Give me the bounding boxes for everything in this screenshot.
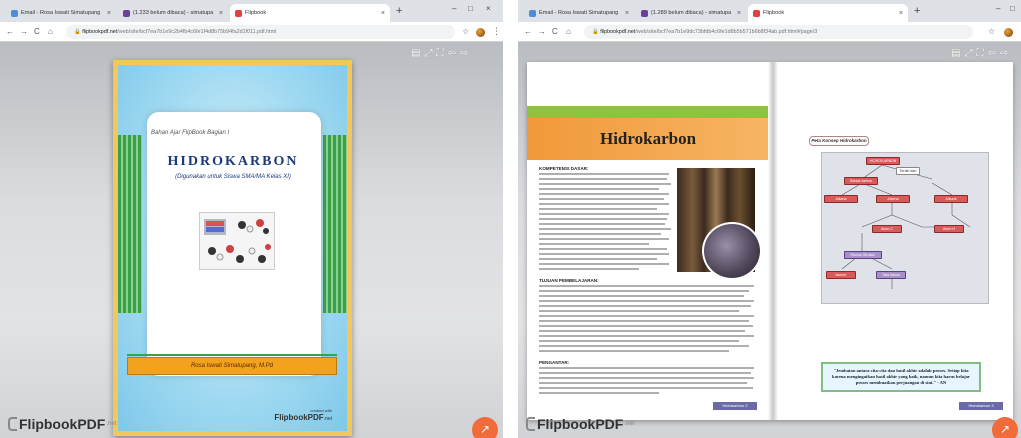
map-node: Tata Nama	[876, 271, 906, 279]
flipbook-toolbar: ▤ ⤢ ⛶ ⇦ ⇨	[411, 48, 468, 59]
page-number-right: Hidrokarbon 3	[959, 402, 1003, 410]
close-tab-icon[interactable]: ×	[107, 10, 111, 17]
home-icon[interactable]: ⌂	[48, 27, 53, 36]
map-node: Rantai karbon	[844, 177, 878, 185]
map-node: Alkana	[824, 195, 858, 203]
next-page-icon[interactable]: ⇨	[460, 48, 468, 59]
tab-inbox[interactable]: (1.289 belum dibaca) - simatupa ×	[636, 4, 746, 22]
tab-email[interactable]: Email - Rosa Iswati Simatupang ×	[524, 4, 634, 22]
mail-icon	[123, 9, 130, 17]
close-tab-icon[interactable]: ×	[625, 10, 629, 17]
cover-brand: created with FlipbookPDF.net	[274, 408, 332, 422]
address-bar-row: ← → C ⌂ 🔒 flipbookpdf.net/web/site/bcf7e…	[0, 22, 503, 42]
flipbook-viewport: ▤ ⤢ ⛶ ⇦ ⇨ Bahan Ajar FlipBook Bagian I H…	[0, 42, 503, 438]
lock-icon: 🔒	[592, 29, 601, 35]
maximize-button[interactable]: □	[1010, 4, 1015, 13]
flipbook-toolbar: ▤ ⤢ ⛶ ⇦ ⇨	[951, 48, 1008, 59]
bookmark-star-icon[interactable]: ☆	[988, 27, 995, 36]
flipbook-icon	[753, 9, 760, 17]
browser-window-inside: Email - Rosa Iswati Simatupang × (1.289 …	[518, 0, 1021, 438]
prev-page-icon[interactable]: ⇦	[987, 48, 995, 59]
address-bar-row: ← → C ⌂ 🔒 flipbookpdf.net/web/site/bcf7e…	[518, 22, 1021, 42]
url-field[interactable]: 🔒 flipbookpdf.net/web/site/bcf7ea7b1e9dc…	[584, 25, 973, 39]
fullscreen-icon[interactable]: ⛶	[976, 48, 983, 59]
map-node: Terdiri dari	[896, 167, 920, 175]
extension-icon[interactable]	[476, 28, 485, 37]
tab-flipbook[interactable]: Flipbook ×	[230, 4, 390, 22]
molecule-image	[199, 212, 275, 270]
fullscreen-icon[interactable]: ⛶	[436, 48, 443, 59]
close-tab-icon[interactable]: ×	[899, 10, 903, 17]
flipbook-icon	[235, 9, 242, 17]
share-button[interactable]: ↗	[992, 417, 1018, 438]
extension-icon[interactable]	[1004, 28, 1013, 37]
reload-icon[interactable]: C	[34, 27, 40, 36]
tab-inbox[interactable]: (1.233 belum dibaca) - simatupa ×	[118, 4, 228, 22]
prev-page-icon[interactable]: ⇦	[447, 48, 455, 59]
book-cover[interactable]: Bahan Ajar FlipBook Bagian I HIDROKARBON…	[113, 60, 352, 436]
thumbnails-icon[interactable]: ▤	[951, 48, 960, 59]
new-tab-button[interactable]: +	[396, 5, 402, 17]
tab-bar: Email - Rosa Iswati Simatupang × (1.233 …	[0, 0, 503, 22]
reload-icon[interactable]: C	[552, 27, 558, 36]
section-heading: PENGANTAR:	[539, 360, 570, 365]
coal-photo	[702, 222, 762, 280]
mail-icon	[529, 9, 536, 17]
cover-author-bar: Rosa Iswati Simatupang, M.Pd	[127, 357, 337, 375]
close-tab-icon[interactable]: ×	[219, 10, 223, 17]
flipbook-logo-icon	[8, 417, 17, 431]
section-heading: TUJUAN PEMBELAJARAN:	[539, 278, 599, 283]
maximize-button[interactable]: □	[468, 4, 473, 13]
browser-window-cover: Email - Rosa Iswati Simatupang × (1.233 …	[0, 0, 503, 438]
mail-icon	[641, 9, 648, 17]
flipbookpdf-logo[interactable]: FlipbookPDF .net	[8, 416, 116, 432]
concept-map-label: Peta Konsep Hidrokarbon	[809, 136, 869, 146]
flipbookpdf-logo[interactable]: FlipbookPDF .net	[526, 416, 634, 432]
tab-flipbook[interactable]: Flipbook ×	[748, 4, 908, 22]
menu-icon[interactable]: ⋮	[492, 26, 501, 37]
motivational-quote: "Jembatan antara cita-cita dan hasil akh…	[821, 362, 981, 392]
cover-subtitle: (Digunakan untuk Siswa SMA/MA Kelas XI)	[175, 174, 291, 180]
forward-icon[interactable]: →	[538, 27, 546, 36]
close-window-button[interactable]: ×	[486, 4, 491, 13]
map-node: Alkuna	[934, 195, 968, 203]
thumbnails-icon[interactable]: ▤	[411, 48, 420, 59]
home-icon[interactable]: ⌂	[566, 27, 571, 36]
url-field[interactable]: 🔒 flipbookpdf.net/web/site/bcf7ea7b1e9c2…	[66, 25, 455, 39]
cover-title: HIDROKARBON	[167, 154, 299, 169]
open-book[interactable]: Hidrokarbon KOMPETENSI DASAR: TUJUAN PEM…	[527, 62, 1013, 420]
concept-map: HIDROKARBON Rantai karbon Terdiri dari A…	[821, 152, 989, 304]
share-button[interactable]: ↗	[472, 417, 498, 438]
chapter-title: Hidrokarbon	[599, 129, 697, 148]
tab-email[interactable]: Email - Rosa Iswati Simatupang ×	[6, 4, 116, 22]
mail-icon	[11, 9, 18, 17]
close-tab-icon[interactable]: ×	[737, 10, 741, 17]
tab-bar: Email - Rosa Iswati Simatupang × (1.289 …	[518, 0, 1021, 22]
map-node: Rumus Struktur	[844, 251, 882, 259]
back-icon[interactable]: ←	[6, 27, 14, 36]
next-page-icon[interactable]: ⇨	[1000, 48, 1008, 59]
forward-icon[interactable]: →	[20, 27, 28, 36]
map-node: Isomer	[826, 271, 856, 279]
page-number-left: Hidrokarbon 2	[713, 402, 757, 410]
map-node: Alkena	[876, 195, 910, 203]
flipbook-viewport: ▤ ⤢ ⛶ ⇦ ⇨ Hidrokarbon KOMPETENSI DASAR:	[518, 42, 1021, 438]
lock-icon: 🔒	[74, 29, 83, 35]
map-node: Atom C	[872, 225, 902, 233]
zoom-icon[interactable]: ⤢	[424, 48, 432, 59]
minimize-button[interactable]: –	[996, 4, 1000, 13]
bookmark-star-icon[interactable]: ☆	[462, 27, 469, 36]
cover-series: Bahan Ajar FlipBook Bagian I	[151, 130, 230, 136]
map-node: HIDROKARBON	[866, 157, 900, 165]
minimize-button[interactable]: –	[452, 4, 456, 13]
map-node: Atom H	[934, 225, 964, 233]
back-icon[interactable]: ←	[524, 27, 532, 36]
section-heading: KOMPETENSI DASAR:	[539, 166, 589, 171]
new-tab-button[interactable]: +	[914, 5, 920, 17]
close-tab-icon[interactable]: ×	[381, 10, 385, 17]
flipbook-logo-icon	[526, 417, 535, 431]
zoom-icon[interactable]: ⤢	[964, 48, 972, 59]
